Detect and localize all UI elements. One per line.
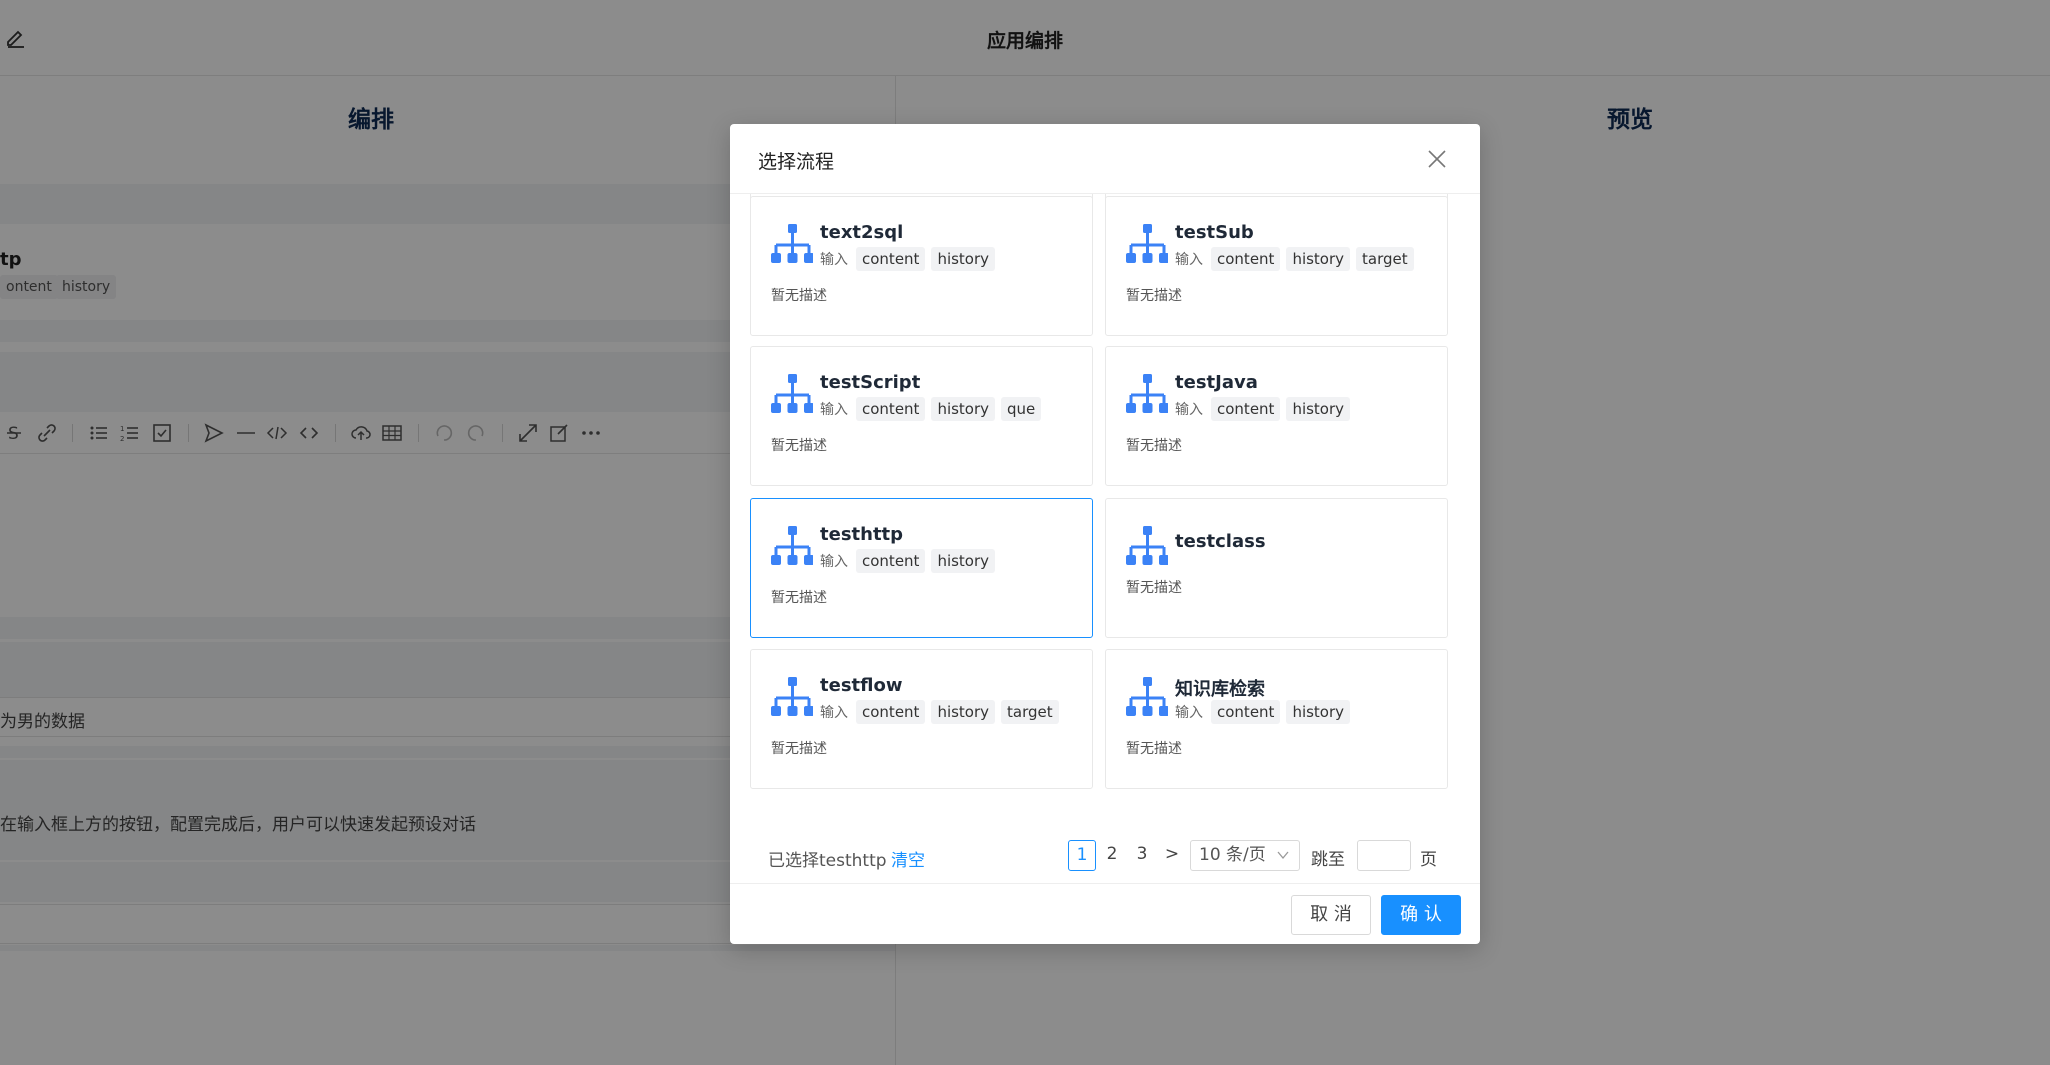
input-tag: history <box>931 247 996 271</box>
input-label: 输入 <box>820 554 848 570</box>
flow-card-name: testclass <box>1175 531 1266 552</box>
flow-card-description: 暂无描述 <box>771 741 827 757</box>
page-3-button[interactable]: 3 <box>1128 840 1156 871</box>
clear-selection-link[interactable]: 清空 <box>891 846 925 871</box>
flow-card-list[interactable]: text2sql 输入 content history 暂无描述 testSub 输入 con… <box>730 194 1480 944</box>
flow-card[interactable]: testclass 暂无描述 <box>1105 498 1448 638</box>
workflow-icon <box>771 525 814 571</box>
flow-card[interactable]: testflow 输入 content history target 暂无描述 <box>750 649 1093 789</box>
flow-card-description: 暂无描述 <box>1126 580 1182 596</box>
jump-to-label: 跳至 <box>1311 850 1345 870</box>
jump-page-input[interactable] <box>1357 840 1411 871</box>
flow-card-name: 知识库检索 <box>1175 679 1265 700</box>
select-flow-dialog: 选择流程 text2sql 输入 content history 暂无描述 testSub… <box>730 124 1480 944</box>
flow-card-description: 暂无描述 <box>771 590 827 606</box>
flow-card-name: testflow <box>820 675 903 696</box>
flow-card[interactable]: text2sql 输入 content history 暂无描述 <box>750 196 1093 336</box>
flow-card-inputs: 输入 content history target <box>820 700 1059 724</box>
flow-card[interactable]: testhttp 输入 content history 暂无描述 <box>750 498 1093 638</box>
input-label: 输入 <box>1175 402 1203 418</box>
workflow-icon <box>1126 676 1169 722</box>
page-1-button[interactable]: 1 <box>1068 840 1096 871</box>
workflow-icon <box>1126 223 1169 269</box>
confirm-button[interactable]: 确 认 <box>1381 895 1461 935</box>
input-tag: content <box>856 700 926 724</box>
input-tag: history <box>931 700 996 724</box>
input-tag: history <box>1286 700 1351 724</box>
dialog-title: 选择流程 <box>758 151 835 173</box>
input-tag: target <box>1001 700 1059 724</box>
selected-flow-text: 已选择testhttp <box>768 851 887 871</box>
flow-card-description: 暂无描述 <box>771 438 827 454</box>
dialog-header: 选择流程 <box>730 124 1480 194</box>
workflow-icon <box>1126 525 1169 571</box>
flow-card-name: testhttp <box>820 524 904 545</box>
close-icon[interactable] <box>1426 148 1448 170</box>
input-label: 输入 <box>820 402 848 418</box>
input-tag: content <box>1211 700 1281 724</box>
flow-card-name: text2sql <box>820 222 904 243</box>
input-label: 输入 <box>820 252 848 268</box>
flow-card-description: 暂无描述 <box>1126 741 1182 757</box>
input-label: 输入 <box>1175 705 1203 721</box>
input-tag: history <box>931 549 996 573</box>
flow-card-inputs: 输入 content history <box>820 247 996 271</box>
flow-card-inputs: 输入 content history <box>1175 700 1351 724</box>
flow-card-inputs: 输入 content history <box>820 549 996 573</box>
input-tag: content <box>856 247 926 271</box>
flow-card[interactable]: 知识库检索输入 content history 暂无描述 <box>1105 649 1448 789</box>
flow-card-inputs: 输入 content history que <box>820 397 1042 421</box>
flow-card-inputs: 输入 content history <box>1175 397 1351 421</box>
cancel-button[interactable]: 取 消 <box>1291 895 1371 935</box>
flow-card-inputs: 输入 content history target <box>1175 247 1414 271</box>
workflow-icon <box>1126 373 1169 419</box>
flow-card-name: testSub <box>1175 222 1254 243</box>
flow-card-description: 暂无描述 <box>1126 288 1182 304</box>
flow-card[interactable]: testSub 输入 content history target 暂无描述 <box>1105 196 1448 336</box>
page-size-value: 10 条/页 <box>1199 845 1266 865</box>
workflow-icon <box>771 223 814 269</box>
flow-card-description: 暂无描述 <box>771 288 827 304</box>
next-page-button[interactable]: > <box>1158 840 1186 871</box>
page-2-button[interactable]: 2 <box>1098 840 1126 871</box>
input-tag: content <box>1211 397 1281 421</box>
input-tag: content <box>856 397 926 421</box>
input-tag: history <box>1286 247 1351 271</box>
flow-card[interactable]: testScript 输入 content history que 暂无描述 <box>750 346 1093 486</box>
dialog-footer-divider <box>730 883 1480 884</box>
input-label: 输入 <box>820 705 848 721</box>
input-tag: content <box>1211 247 1281 271</box>
workflow-icon <box>771 373 814 419</box>
workflow-icon <box>771 676 814 722</box>
flow-card-description: 暂无描述 <box>1126 438 1182 454</box>
input-tag: content <box>856 549 926 573</box>
chevron-down-icon <box>1277 851 1289 860</box>
input-label: 输入 <box>1175 252 1203 268</box>
input-tag: history <box>931 397 996 421</box>
flow-card-name: testScript <box>820 372 921 393</box>
input-tag: history <box>1286 397 1351 421</box>
input-tag: que <box>1001 397 1042 421</box>
input-tag: target <box>1356 247 1414 271</box>
page-size-select[interactable]: 10 条/页 <box>1190 840 1300 871</box>
page-unit-label: 页 <box>1420 850 1437 870</box>
flow-card[interactable]: testJava 输入 content history 暂无描述 <box>1105 346 1448 486</box>
flow-card-name: testJava <box>1175 372 1258 393</box>
